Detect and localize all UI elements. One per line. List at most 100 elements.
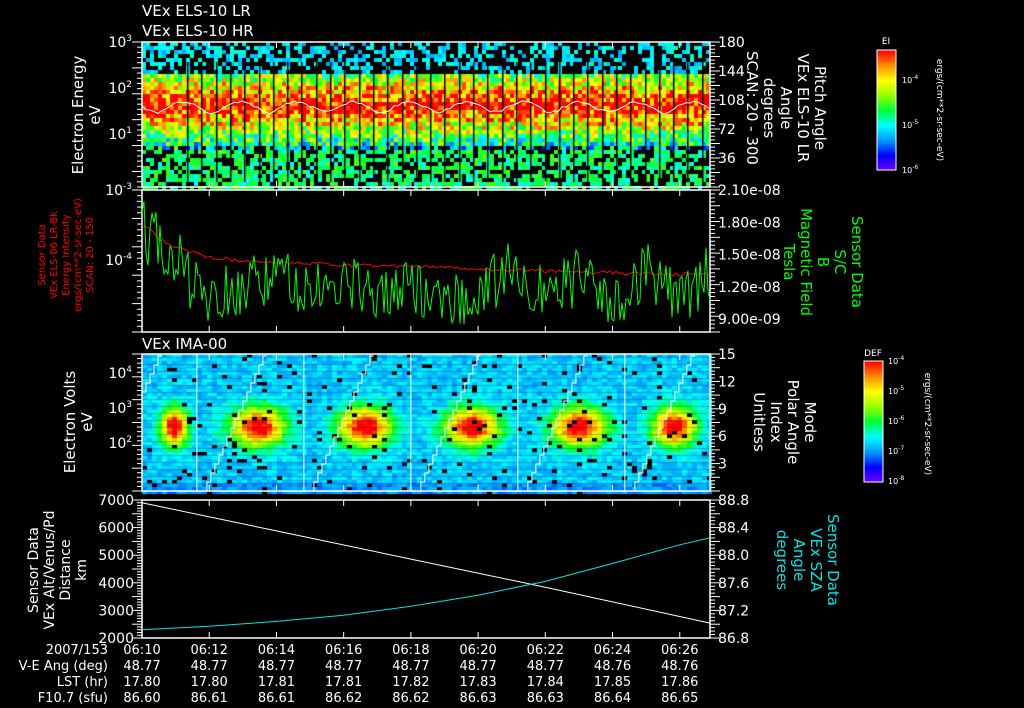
y-right-axis-label: Polar Angle bbox=[784, 380, 802, 465]
axes-layer: VEx ELS-10 LRVEx ELS-10 HRVEx IMA-001011… bbox=[19, 2, 944, 706]
panel3-title: VEx IMA-00 bbox=[142, 335, 227, 353]
tick-exponent: -4 bbox=[898, 355, 904, 362]
ephemeris-value: 86.62 bbox=[392, 691, 429, 706]
y-tick-label: 7000 bbox=[98, 493, 134, 509]
tick-exponent: 2 bbox=[126, 435, 132, 445]
y-right-tick-label: 9 bbox=[718, 402, 727, 418]
tick-base: 10 bbox=[902, 76, 912, 85]
polar-angle-mode-line bbox=[202, 355, 267, 491]
y-tick-label: 102 bbox=[108, 80, 132, 97]
tick-base: 10 bbox=[108, 436, 126, 452]
ephemeris-value: 17.85 bbox=[594, 675, 631, 690]
y-right-axis-label: degrees bbox=[760, 78, 778, 139]
tick-exponent: -7 bbox=[898, 445, 904, 452]
y-right-tick-label: 2.10e-08 bbox=[718, 183, 781, 199]
y-axis-label: Electron Volts bbox=[61, 371, 79, 474]
tick-base: 10 bbox=[888, 447, 898, 456]
y-right-tick-label: 180 bbox=[718, 35, 745, 51]
polar-angle-mode-line bbox=[309, 355, 374, 491]
colorbar-tick: 10-5 bbox=[888, 385, 904, 396]
ephemeris-value: 06:20 bbox=[459, 643, 496, 658]
y-axis-label-red: ergs/(cm**2-sr-sec-eV) bbox=[73, 198, 84, 312]
tick-exponent: 2 bbox=[126, 80, 132, 90]
tick-base: 10 bbox=[888, 417, 898, 426]
colorbar-ei bbox=[876, 49, 897, 171]
tick-base: 10 bbox=[108, 127, 126, 143]
tick-base: 10 bbox=[108, 35, 126, 51]
y-right-tick-label: 1.50e-08 bbox=[718, 248, 781, 264]
stacked-plot: VEx ELS-10 LRVEx ELS-10 HRVEx IMA-001011… bbox=[19, 2, 944, 706]
ephemeris-value: 86.63 bbox=[459, 691, 496, 706]
colorbar-tick: 10-4 bbox=[902, 74, 918, 85]
y-right-axis-label-green: Tesla bbox=[780, 242, 798, 280]
y-axis-label: Distance bbox=[58, 539, 74, 600]
colorbar-label: DEF bbox=[864, 349, 882, 359]
ephemeris-value: 06:16 bbox=[325, 643, 362, 658]
y-right-axis-label: Pitch Angle bbox=[811, 66, 829, 150]
tick-exponent: -5 bbox=[898, 385, 904, 392]
tick-exponent: 3 bbox=[126, 400, 132, 410]
y-right-tick-label: 87.6 bbox=[718, 576, 749, 592]
ephemeris-value: 06:22 bbox=[527, 643, 564, 658]
y-right-axis-label: Angle bbox=[777, 87, 795, 130]
y-axis-label: km bbox=[74, 559, 90, 581]
panel1-title-hr: VEx ELS-10 HR bbox=[142, 22, 254, 40]
y-right-tick-label: 15 bbox=[718, 347, 736, 363]
ephemeris-value: 48.77 bbox=[392, 659, 429, 674]
tick-base: 10 bbox=[888, 387, 898, 396]
y-tick-label: 3000 bbox=[98, 603, 134, 619]
ephemeris-value: 06:10 bbox=[123, 643, 160, 658]
y-axis-label-red: Sensor Data bbox=[37, 224, 48, 285]
tick-base: 10 bbox=[902, 166, 912, 175]
ephemeris-value: 86.61 bbox=[191, 691, 228, 706]
ephemeris-value: 06:26 bbox=[661, 643, 698, 658]
ephemeris-value: 06:24 bbox=[594, 643, 631, 658]
tick-base: 10 bbox=[108, 401, 126, 417]
ephemeris-value: 86.63 bbox=[527, 691, 564, 706]
polar-angle-mode-line bbox=[630, 355, 695, 491]
y-right-tick-label: 72 bbox=[718, 122, 736, 138]
magnetic-field-line bbox=[141, 201, 711, 325]
y-right-axis-label: Unitless bbox=[750, 392, 768, 452]
y-right-axis-label-green: Sensor Data bbox=[848, 216, 866, 308]
sza-line bbox=[141, 537, 711, 631]
y-tick-label: 10-4 bbox=[105, 252, 132, 269]
y-tick-label: 10-3 bbox=[105, 182, 132, 199]
ephemeris-row-label: V-E Ang (deg) bbox=[19, 659, 108, 674]
colorbar-tick: 10-4 bbox=[888, 355, 904, 366]
colorbar-tick: 10-7 bbox=[888, 445, 904, 456]
panel-1-frame bbox=[141, 41, 711, 188]
colorbar-tick: 10-8 bbox=[888, 475, 904, 486]
ephemeris-value: 17.80 bbox=[191, 675, 228, 690]
ephemeris-value: 86.61 bbox=[258, 691, 295, 706]
tick-base: 10 bbox=[888, 477, 898, 486]
colorbar-tick: 10-6 bbox=[888, 415, 904, 426]
y-tick-label: 5000 bbox=[98, 548, 134, 564]
ephemeris-value: 06:14 bbox=[258, 643, 295, 658]
polar-angle-mode-line bbox=[523, 355, 588, 491]
ephemeris-value: 86.64 bbox=[594, 691, 631, 706]
colorbar-def bbox=[863, 360, 884, 483]
y-right-tick-label: 144 bbox=[718, 64, 745, 80]
y-right-tick-label: 88.8 bbox=[718, 493, 749, 509]
altitude-line bbox=[141, 502, 711, 624]
ephemeris-value: 48.76 bbox=[661, 659, 698, 674]
tick-base: 10 bbox=[888, 357, 898, 366]
y-right-axis-label-cyan: VEx SZA bbox=[807, 528, 825, 592]
y-tick-label: 104 bbox=[108, 365, 132, 382]
ephemeris-value: 48.77 bbox=[123, 659, 160, 674]
tick-exponent: -4 bbox=[123, 252, 132, 262]
y-right-axis-label: VEx ELS-10 LR bbox=[794, 54, 812, 163]
y-right-axis-label-green: S/C bbox=[831, 249, 849, 274]
ephemeris-value: 17.86 bbox=[661, 675, 698, 690]
y-axis-label-red: SCAN: 20 - 150 bbox=[85, 217, 96, 293]
y-axis-label: eV bbox=[78, 412, 96, 432]
y-axis-label: eV bbox=[86, 105, 104, 125]
colorbar-units: ergs/(cm**2-sr-sec-eV) bbox=[922, 373, 932, 475]
tick-exponent: -4 bbox=[912, 74, 918, 81]
ephemeris-row-label: 2007/153 bbox=[46, 643, 108, 658]
ephemeris-value: 17.81 bbox=[325, 675, 362, 690]
colorbar-tick: 10-6 bbox=[902, 164, 918, 175]
tick-base: 10 bbox=[105, 183, 123, 199]
y-right-axis-label-cyan: Sensor Data bbox=[824, 514, 842, 606]
